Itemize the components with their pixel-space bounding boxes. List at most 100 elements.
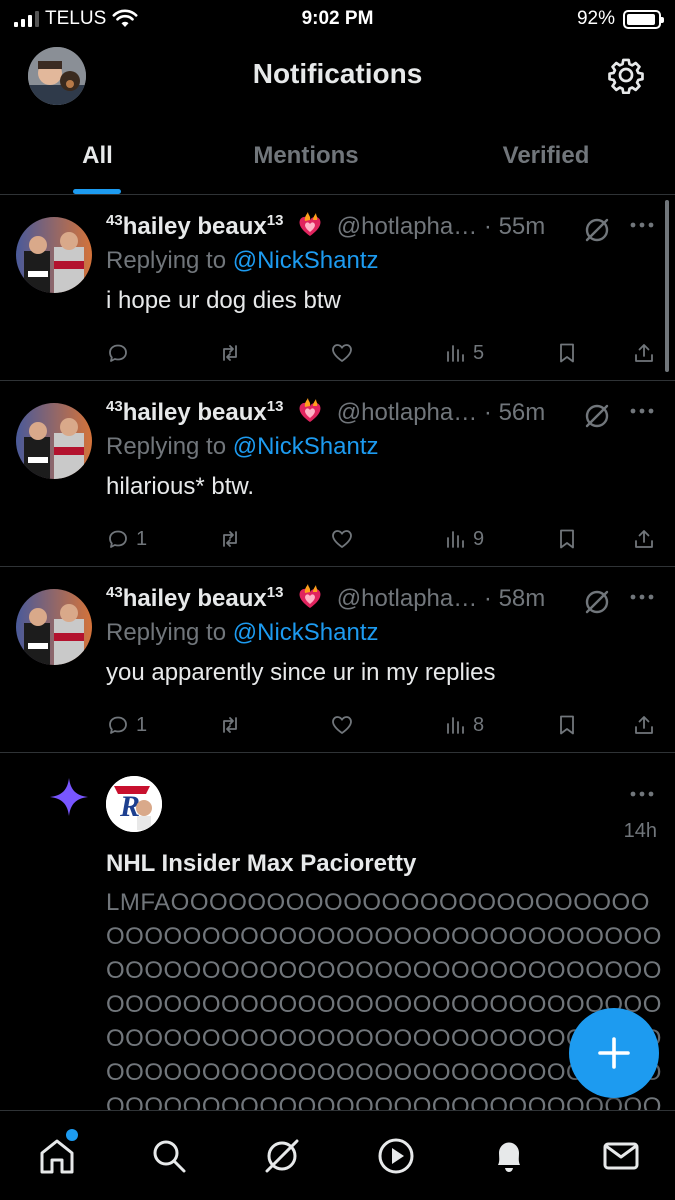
replying-label: Replying to [106, 433, 227, 460]
views-count: 8 [473, 713, 485, 736]
mention-link[interactable]: @NickShantz [233, 433, 379, 460]
name-suffix: 13 [266, 212, 284, 229]
status-time: 9:02 PM [301, 8, 374, 29]
nav-videos[interactable] [373, 1133, 419, 1179]
display-name[interactable]: 43hailey beaux13 [106, 398, 283, 426]
play-icon [378, 1138, 414, 1174]
mention-link[interactable]: @NickShantz [233, 619, 379, 646]
grok-icon [265, 1139, 299, 1173]
name-text: hailey beaux [122, 585, 267, 612]
more-options-icon[interactable] [628, 401, 656, 421]
like-button[interactable] [330, 525, 354, 553]
more-options-icon[interactable] [628, 587, 656, 607]
scrollbar[interactable] [665, 200, 669, 372]
tweet[interactable]: 43hailey beaux13 @hotlapha… · 55m Replyi… [0, 195, 675, 381]
like-button[interactable] [330, 711, 354, 739]
name-text: hailey beaux [122, 399, 267, 426]
reply-icon [109, 344, 127, 362]
replying-label: Replying to [106, 619, 227, 646]
name-text: hailey beaux [122, 213, 267, 240]
more-options-icon[interactable] [628, 215, 656, 235]
share-button[interactable] [632, 525, 656, 553]
views-button[interactable]: 8 [443, 711, 484, 739]
reply-button[interactable]: 1 [106, 711, 147, 739]
heart-icon [332, 716, 352, 734]
heart-on-fire-icon [299, 398, 321, 422]
views-count: 9 [473, 527, 485, 550]
active-tab-indicator [73, 189, 121, 194]
tweet[interactable]: 43hailey beaux13 @hotlapha… · 56m Replyi… [0, 381, 675, 567]
name-suffix: 13 [266, 584, 284, 601]
tab-verified[interactable]: Verified [417, 114, 675, 194]
reply-button[interactable]: 1 [106, 525, 147, 553]
avatar-photo [16, 589, 92, 665]
timestamp: 14h [623, 820, 657, 842]
repost-icon [223, 717, 237, 733]
tab-mentions[interactable]: Mentions [195, 114, 417, 194]
repost-icon [223, 345, 237, 361]
bookmark-icon [560, 343, 574, 363]
avatar[interactable] [16, 403, 92, 479]
repost-button[interactable] [218, 711, 242, 739]
display-name[interactable]: NHL Insider Max Pacioretty [106, 850, 416, 878]
share-button[interactable] [632, 339, 656, 367]
views-count: 5 [473, 341, 485, 364]
tweet-text: hilarious* btw. [106, 473, 255, 500]
like-button[interactable] [330, 339, 354, 367]
tweet[interactable]: 43hailey beaux13 @hotlapha… · 58m Replyi… [0, 567, 675, 753]
battery-icon [623, 9, 664, 29]
avatar-photo [16, 403, 92, 479]
tweet-actions: 1 8 [0, 711, 675, 741]
compose-button[interactable] [569, 1008, 659, 1098]
handle[interactable]: @hotlapha… [337, 213, 477, 240]
avatar[interactable] [16, 589, 92, 665]
mail-icon [603, 1142, 639, 1170]
nav-grok[interactable] [259, 1133, 305, 1179]
share-icon [635, 530, 653, 548]
more-options-icon[interactable] [628, 784, 656, 804]
handle[interactable]: @hotlapha… [337, 585, 477, 612]
nav-messages[interactable] [598, 1133, 644, 1179]
gear-icon[interactable] [607, 56, 645, 94]
bookmark-button[interactable] [555, 525, 579, 553]
display-name[interactable]: 43hailey beaux13 [106, 584, 284, 612]
views-icon [447, 345, 464, 362]
repost-icon [223, 531, 237, 547]
views-button[interactable]: 5 [443, 339, 484, 367]
grok-icon[interactable] [582, 401, 612, 431]
reply-button[interactable] [106, 339, 136, 367]
bookmark-button[interactable] [555, 339, 579, 367]
repost-button[interactable] [218, 525, 242, 553]
tweet-text: i hope ur dog dies btw [106, 287, 341, 314]
avatar[interactable]: R [106, 776, 162, 832]
grok-icon[interactable] [582, 215, 612, 245]
share-button[interactable] [632, 711, 656, 739]
name-prefix: 43 [106, 398, 123, 415]
timestamp: · 58m [483, 585, 546, 612]
grok-icon[interactable] [582, 587, 612, 617]
views-icon [447, 531, 464, 548]
replying-label: Replying to [106, 247, 227, 274]
timestamp: · 56m [483, 399, 546, 426]
replying-to: Replying to @NickShantz [106, 619, 379, 647]
bookmark-button[interactable] [555, 711, 579, 739]
tab-verified-label: Verified [502, 142, 590, 169]
views-button[interactable]: 9 [443, 525, 484, 553]
tweet-text: you apparently since ur in my replies [106, 659, 496, 686]
avatar[interactable] [16, 217, 92, 293]
search-icon [153, 1140, 186, 1173]
tab-all[interactable]: All [0, 114, 195, 194]
heart-icon [332, 344, 352, 362]
nav-notifications[interactable] [486, 1133, 532, 1179]
bell-icon [498, 1142, 520, 1172]
heart-on-fire-icon [299, 212, 321, 236]
mention-link[interactable]: @NickShantz [233, 247, 379, 274]
nav-search[interactable] [146, 1133, 192, 1179]
replying-to: Replying to @NickShantz [106, 247, 379, 275]
handle[interactable]: @hotlapha… [337, 399, 477, 426]
page-title: Notifications [252, 58, 423, 89]
timestamp: · 55m [483, 213, 546, 240]
display-name[interactable]: 43hailey beaux13 [106, 212, 284, 240]
repost-button[interactable] [218, 339, 242, 367]
reply-icon [109, 530, 127, 548]
